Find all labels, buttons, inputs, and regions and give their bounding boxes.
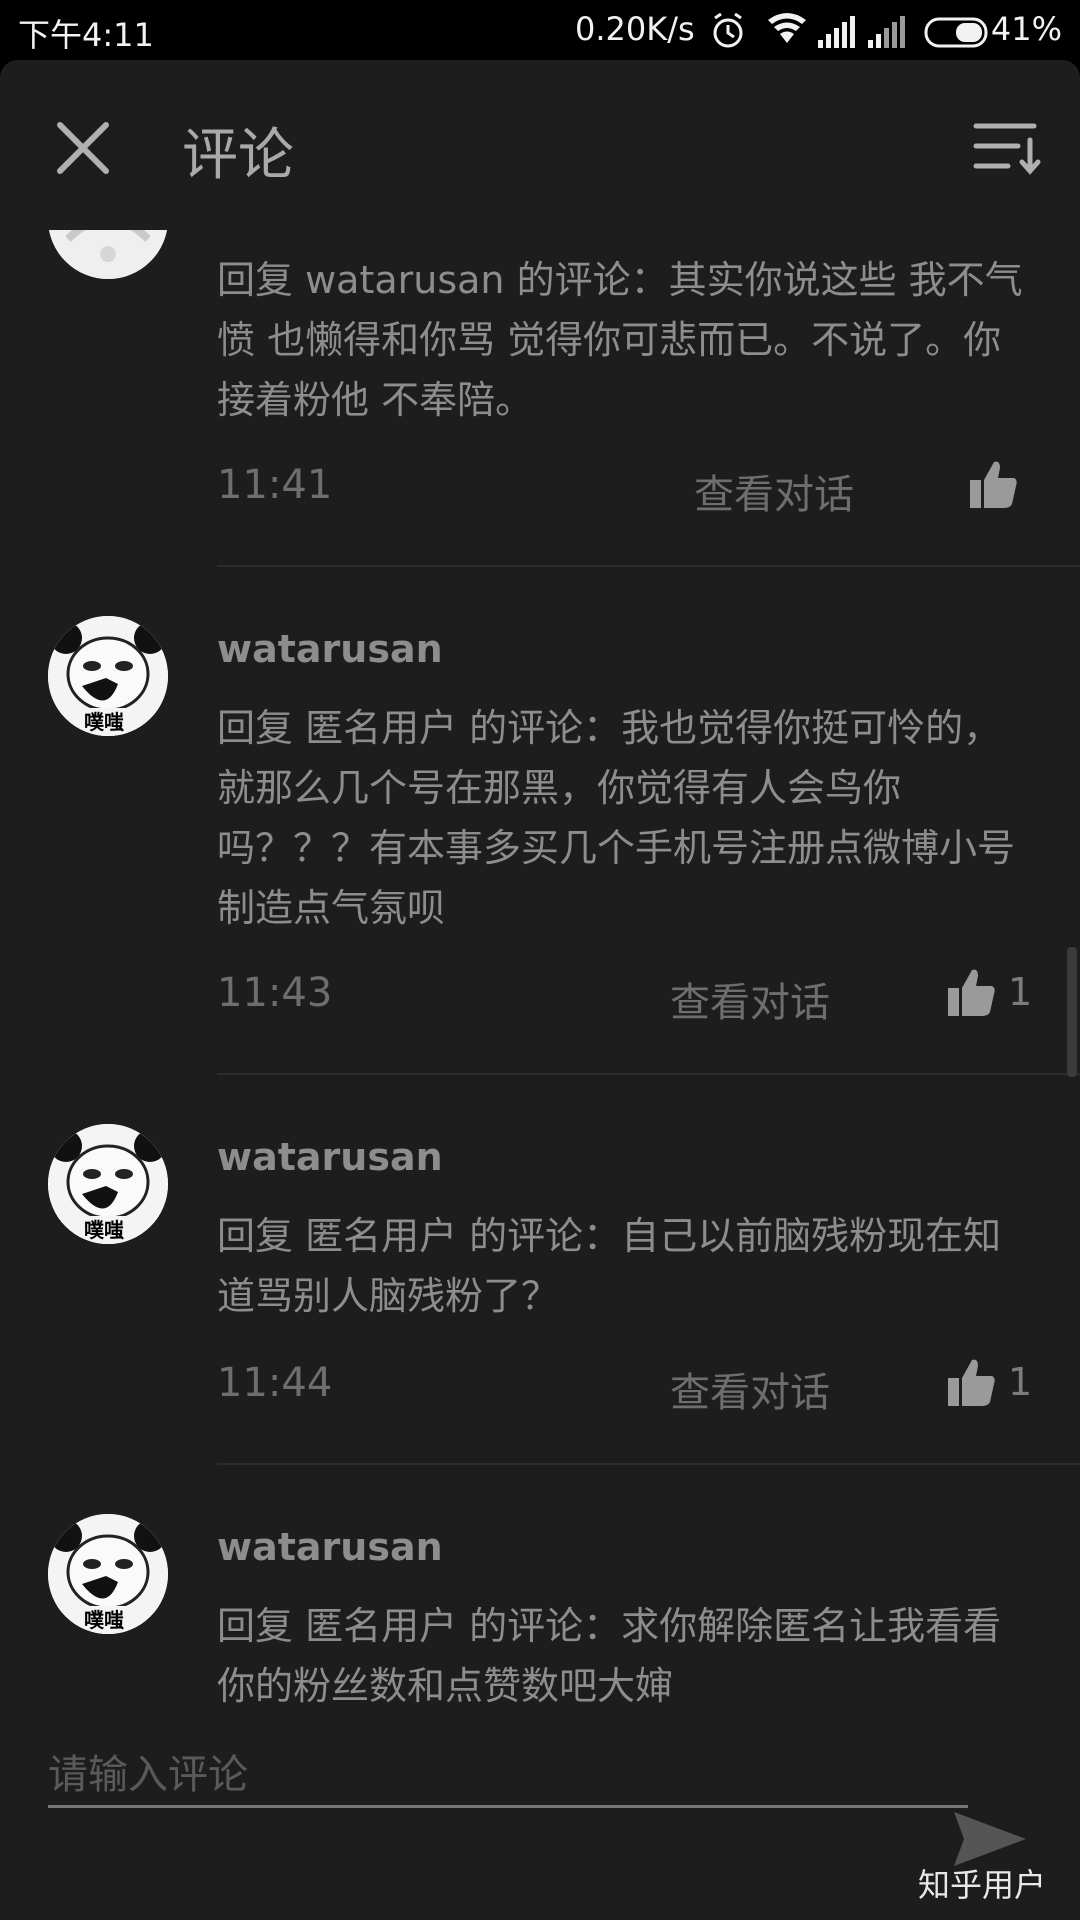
- comment-username[interactable]: watarusan: [217, 1525, 443, 1569]
- comment-username[interactable]: watarusan: [217, 1135, 443, 1179]
- thumbs-up-icon[interactable]: [968, 458, 1018, 510]
- comment-body: 回复 watarusan 的评论：其实你说这些 我不气愤 也懒得和你骂 觉得你可…: [217, 258, 1023, 422]
- comment-body: 回复 匿名用户 的评论：自己以前脑残粉现在知道骂别人脑残粉了？: [217, 1214, 1002, 1318]
- avatar-caption: 噗嗤: [84, 710, 124, 734]
- scrollbar[interactable]: [1067, 947, 1077, 1077]
- comment-time: 11:41: [217, 462, 333, 508]
- screen: 下午4:11 0.20K/s 41% 回复 watarusan 的评论：其实你说…: [0, 0, 1080, 1920]
- view-conversation-link[interactable]: 查看对话: [694, 462, 854, 520]
- alarm-icon: [713, 12, 743, 48]
- signal-icon: [818, 16, 855, 48]
- avatar-caption: 噗嗤: [84, 1608, 124, 1632]
- status-icons: [713, 12, 988, 48]
- comment-input[interactable]: [48, 1745, 928, 1805]
- status-time: 下午4:11: [18, 16, 154, 54]
- header: 评论: [0, 60, 1080, 230]
- avatar-caption: 噗嗤: [84, 1218, 124, 1242]
- watermark: 知乎用户: [918, 1866, 1047, 1904]
- view-conversation-link[interactable]: 查看对话: [670, 1360, 830, 1418]
- comment-sheet: 回复 watarusan 的评论：其实你说这些 我不气愤 也懒得和你骂 觉得你可…: [0, 60, 1080, 1920]
- comment-username[interactable]: watarusan: [217, 627, 443, 671]
- status-net-speed: 0.20K/s: [575, 10, 695, 48]
- divider: [217, 1073, 1080, 1075]
- comment-time: 11:44: [217, 1360, 333, 1406]
- view-conversation-link[interactable]: 查看对话: [670, 970, 830, 1028]
- avatar[interactable]: 噗嗤: [48, 1514, 168, 1634]
- comment-body: 回复 匿名用户 的评论：求你解除匿名让我看看你的粉丝数和点赞数吧大婶: [217, 1604, 1002, 1708]
- comment-time: 11:43: [217, 970, 333, 1016]
- battery-icon: [924, 17, 988, 48]
- thumbs-up-icon[interactable]: [946, 966, 996, 1018]
- close-icon[interactable]: [52, 117, 114, 179]
- divider: [217, 1463, 1080, 1465]
- status-battery-percent: 41%: [990, 10, 1062, 48]
- like-count: 1: [1008, 1360, 1033, 1404]
- like-count: 1: [1008, 970, 1033, 1014]
- avatar[interactable]: 噗嗤: [48, 1124, 168, 1244]
- page-title: 评论: [182, 123, 294, 188]
- status-bar: 下午4:11 0.20K/s 41%: [0, 0, 1080, 60]
- wifi-icon: [768, 13, 806, 43]
- comment-body: 回复 匿名用户 的评论：我也觉得你挺可怜的，就那么几个号在那黑，你觉得有人会鸟你…: [217, 706, 1016, 930]
- thumbs-up-icon[interactable]: [946, 1356, 996, 1408]
- divider: [217, 565, 1080, 567]
- sort-icon[interactable]: [972, 116, 1042, 178]
- comment-list[interactable]: 回复 watarusan 的评论：其实你说这些 我不气愤 也懒得和你骂 觉得你可…: [0, 60, 1080, 1750]
- input-underline: [48, 1805, 968, 1808]
- avatar[interactable]: 噗嗤: [48, 616, 168, 736]
- signal-2-icon: [868, 16, 905, 48]
